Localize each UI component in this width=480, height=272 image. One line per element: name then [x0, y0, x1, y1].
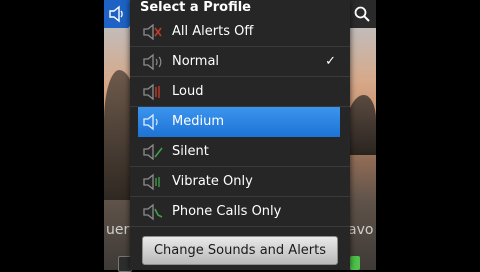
profile-list: All Alerts Off Normal ✓ Loud Medium Sile… [130, 17, 350, 227]
search-button[interactable] [348, 0, 376, 28]
select-profile-popup: Select a Profile All Alerts Off Normal ✓… [130, 0, 350, 270]
profile-item-silent[interactable]: Silent [130, 137, 350, 167]
profile-label: Vibrate Only [172, 174, 253, 189]
speaker-muted-icon [143, 23, 162, 41]
profile-item-normal[interactable]: Normal ✓ [130, 47, 350, 77]
popup-title: Select a Profile [140, 0, 251, 15]
change-sounds-and-alerts-button[interactable]: Change Sounds and Alerts [142, 236, 338, 265]
profile-label: Silent [172, 144, 209, 159]
profile-item-vibrate-only[interactable]: Vibrate Only [130, 167, 350, 197]
bottom-right-indicator [350, 256, 360, 270]
profile-label: All Alerts Off [172, 24, 254, 39]
wallpaper-text-right: avo [348, 222, 374, 238]
speaker-medium-icon [143, 113, 158, 131]
profile-label: Medium [172, 114, 224, 129]
profile-item-all-alerts-off[interactable]: All Alerts Off [130, 17, 350, 47]
speaker-icon [143, 53, 162, 71]
wallpaper-rock-right [346, 95, 376, 155]
profile-label: Normal [172, 54, 220, 69]
phone-calls-icon [143, 203, 163, 221]
speaker-silent-icon [143, 143, 163, 161]
speaker-loud-icon [143, 83, 160, 101]
wallpaper-text-left: uer [106, 222, 130, 238]
search-icon [354, 6, 370, 22]
profile-item-medium[interactable]: Medium [138, 107, 340, 137]
profile-label: Phone Calls Only [172, 204, 282, 219]
vibrate-icon [143, 173, 160, 191]
sound-profile-button[interactable] [104, 0, 130, 28]
profile-item-phone-calls-only[interactable]: Phone Calls Only [130, 197, 350, 227]
checkmark-icon: ✓ [325, 54, 336, 69]
speaker-icon [109, 5, 123, 23]
profile-item-loud[interactable]: Loud [130, 77, 350, 107]
profile-label: Loud [172, 84, 204, 99]
